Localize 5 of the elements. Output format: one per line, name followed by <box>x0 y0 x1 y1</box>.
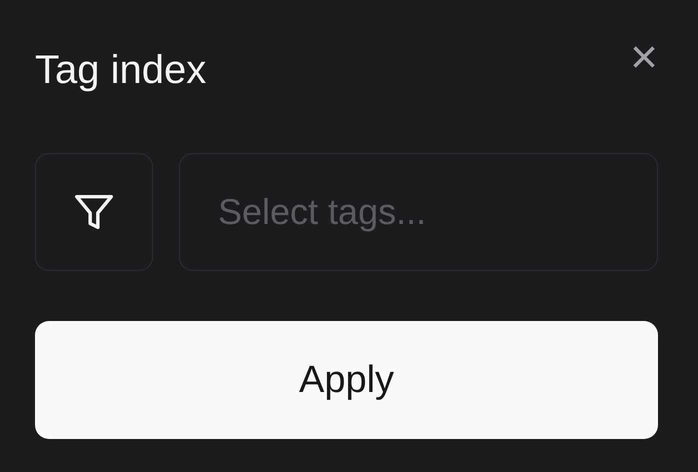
tag-select-field[interactable]: Select tags... <box>179 153 658 271</box>
close-button[interactable]: × <box>630 38 658 78</box>
dialog-title: Tag index <box>35 47 206 94</box>
filter-button[interactable] <box>35 153 153 271</box>
apply-button[interactable]: Apply <box>35 321 658 439</box>
